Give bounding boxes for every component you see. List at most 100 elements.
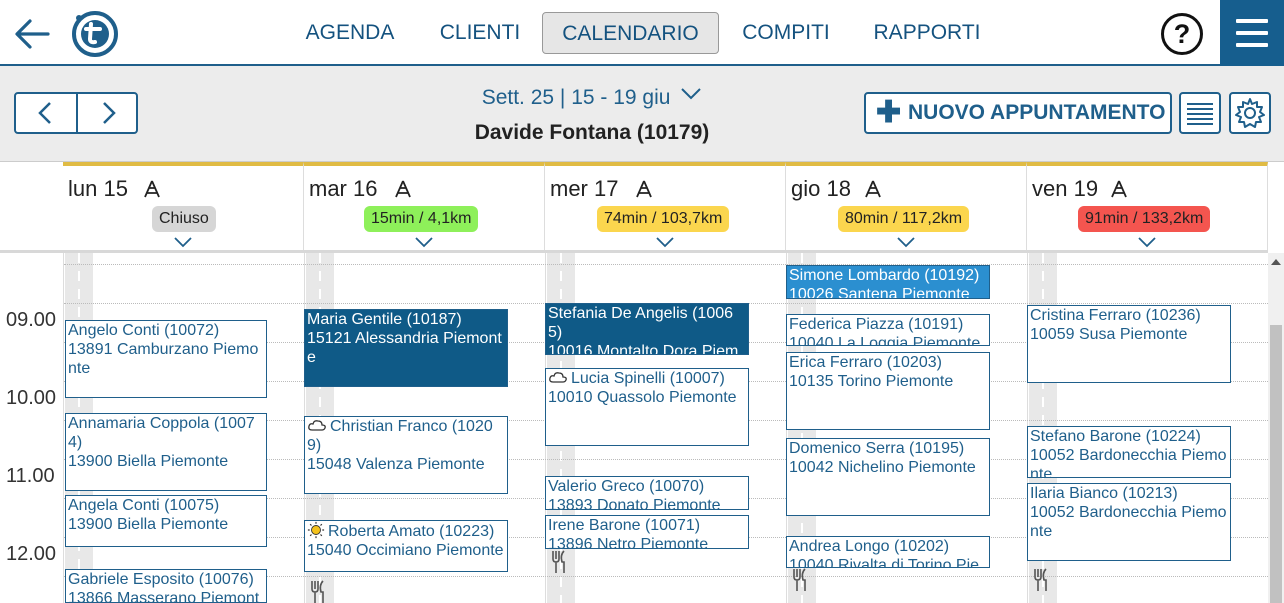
nav-rapporti[interactable]: RAPPORTI — [862, 12, 992, 54]
appointment-name: Andrea Longo (10202) — [789, 538, 950, 555]
appointment-address: 10059 Susa Piemonte — [1030, 326, 1188, 343]
logo-icon[interactable] — [68, 8, 122, 58]
appointment-address: 10016 Montalto Dora Piemonte — [548, 343, 739, 355]
fork-knife-icon — [552, 550, 565, 573]
walking-icon — [1111, 180, 1127, 198]
appointment-card[interactable]: Irene Barone (10071) 13896 Netro Piemont… — [545, 515, 749, 549]
chevron-down-icon[interactable] — [414, 236, 434, 248]
appointment-name: Christian Franco (10209) — [307, 418, 493, 454]
nav-clienti[interactable]: CLIENTI — [426, 12, 534, 54]
appointment-card[interactable]: Lucia Spinelli (10007) 10010 Quassolo Pi… — [545, 368, 749, 446]
day-header-wed[interactable]: mer 17 74min / 103,7km — [545, 162, 786, 251]
chevron-down-icon[interactable] — [655, 236, 675, 248]
appointment-name: Ilaria Bianco (10213) — [1030, 485, 1178, 502]
calendar-grid[interactable]: 09.00 10.00 11.00 12.00 Angelo Conti (10… — [0, 253, 1268, 603]
top-bar: AGENDA CLIENTI CALENDARIO COMPITI RAPPOR… — [0, 0, 1284, 66]
appointment-address: 15048 Valenza Piemonte — [307, 456, 485, 473]
appointment-card[interactable]: Maria Gentile (10187) 15121 Alessandria … — [304, 309, 508, 387]
appointment-card[interactable]: Federica Piazza (10191) 10040 La Loggia … — [786, 314, 990, 346]
day-header-tue[interactable]: mar 16 15min / 4,1km — [304, 162, 545, 251]
appointment-card[interactable]: Stefania De Angelis (10065) 10016 Montal… — [545, 303, 749, 355]
appointment-name: Lucia Spinelli (10007) — [548, 369, 746, 388]
cloud-icon — [549, 372, 567, 383]
settings-button[interactable] — [1229, 92, 1271, 134]
appointment-card[interactable]: Andrea Longo (10202) 10040 Rivalta di To… — [786, 536, 990, 568]
appointment-name: Erica Ferraro (10203) — [789, 354, 942, 371]
nav-compiti[interactable]: COMPITI — [732, 12, 840, 54]
day-label: gio 18 — [791, 176, 851, 201]
appointment-address: 10026 Santena Piemonte — [789, 286, 970, 299]
back-arrow-icon[interactable] — [12, 14, 52, 54]
appointment-card[interactable]: Cristina Ferraro (10236) 10059 Susa Piem… — [1027, 305, 1231, 383]
list-view-button[interactable] — [1179, 92, 1221, 134]
appointment-card[interactable]: Ilaria Bianco (10213) 10052 Bardonecchia… — [1027, 483, 1231, 561]
appointment-address: 10135 Torino Piemonte — [789, 373, 954, 390]
cloud-icon — [308, 420, 326, 431]
list-view-icon — [1187, 103, 1213, 125]
travel-badge: 74min / 103,7km — [597, 206, 730, 232]
prev-week-button[interactable] — [16, 94, 78, 132]
scroll-up-icon[interactable] — [1271, 259, 1281, 265]
appointment-address: 15121 Alessandria Piemonte — [307, 330, 502, 366]
scroll-thumb[interactable] — [1270, 325, 1282, 603]
walking-icon — [395, 180, 411, 198]
appointment-name: Irene Barone (10071) — [548, 517, 701, 534]
appointment-name: Maria Gentile (10187) — [307, 311, 462, 328]
appointment-address: 13900 Biella Piemonte — [68, 516, 229, 533]
appointment-address: 13900 Biella Piemonte — [68, 453, 229, 470]
day-header-mon[interactable]: lun 15 Chiuso — [63, 162, 304, 251]
chevron-down-icon — [681, 88, 702, 100]
nav-agenda[interactable]: AGENDA — [292, 12, 408, 54]
appointment-card[interactable]: Valerio Greco (10070) 13893 Donato Piemo… — [545, 476, 749, 510]
appointment-card[interactable]: Angelo Conti (10072) 13891 Camburzano Pi… — [65, 320, 267, 398]
appointment-card[interactable]: Stefano Barone (10224) 10052 Bardonecchi… — [1027, 426, 1231, 478]
appointment-name: Angelo Conti (10072) — [68, 322, 220, 339]
appointment-name: Simone Lombardo (10192) — [789, 267, 980, 284]
appointment-name: Gabriele Esposito (10076) — [68, 571, 254, 588]
appointment-card[interactable]: Erica Ferraro (10203) 10135 Torino Piemo… — [786, 352, 990, 430]
hamburger-menu-icon[interactable] — [1220, 0, 1284, 66]
week-label: Sett. 25 | 15 - 19 giu — [481, 86, 671, 109]
appointment-address: 10010 Quassolo Piemonte — [548, 389, 737, 406]
walking-icon — [636, 180, 652, 198]
appointment-address: 13893 Donato Piemonte — [548, 497, 721, 510]
appointment-name: Valerio Greco (10070) — [548, 478, 705, 495]
travel-badge: 80min / 117,2km — [838, 206, 970, 232]
appointment-card[interactable]: Domenico Serra (10195) 10042 Nichelino P… — [786, 438, 990, 516]
appointment-card[interactable]: Christian Franco (10209) 15048 Valenza P… — [304, 416, 508, 494]
chevron-down-icon[interactable] — [173, 236, 193, 248]
appointment-address: 15040 Occimiano Piemonte — [307, 542, 504, 559]
day-label: mar 16 — [309, 176, 378, 201]
chevron-left-icon — [38, 102, 51, 124]
travel-badge: Chiuso — [152, 206, 216, 232]
appointment-address: 10052 Bardonecchia Piemonte — [1030, 447, 1227, 478]
vertical-scrollbar[interactable] — [1268, 253, 1284, 603]
new-appointment-button[interactable]: ✚ NUOVO APPUNTAMENTO — [864, 92, 1172, 134]
chevron-down-icon[interactable] — [896, 236, 916, 248]
appointment-card[interactable]: Annamaria Coppola (10074) 13900 Biella P… — [65, 413, 267, 491]
appointment-card[interactable]: Roberta Amato (10223) 15040 Occimiano Pi… — [304, 520, 508, 572]
day-label: mer 17 — [550, 176, 619, 201]
chevron-down-icon[interactable] — [1137, 236, 1157, 248]
grid-line — [64, 264, 1268, 265]
resource-name: Davide Fontana (10179) — [474, 121, 710, 144]
appointment-name: Cristina Ferraro (10236) — [1030, 307, 1201, 324]
week-selector[interactable]: Sett. 25 | 15 - 19 giu — [372, 86, 812, 110]
help-icon[interactable]: ? — [1161, 13, 1203, 55]
walking-icon — [865, 180, 881, 198]
appointment-address: 13866 Masserano Piemonte — [68, 590, 260, 603]
nav-calendario[interactable]: CALENDARIO — [542, 12, 719, 54]
appointment-card[interactable]: Angela Conti (10075) 13900 Biella Piemon… — [65, 495, 267, 547]
chevron-right-icon — [103, 102, 116, 124]
appointment-name: Stefano Barone (10224) — [1030, 428, 1201, 445]
next-week-button[interactable] — [78, 94, 138, 132]
appointment-card[interactable]: Simone Lombardo (10192) 10026 Santena Pi… — [786, 265, 990, 299]
time-label: 10.00 — [6, 387, 57, 409]
walking-icon — [144, 180, 160, 198]
day-header-thu[interactable]: gio 18 80min / 117,2km — [786, 162, 1027, 251]
day-header-fri[interactable]: ven 19 91min / 133,2km — [1027, 162, 1268, 251]
appointment-name: Stefania De Angelis (10065) — [548, 305, 734, 341]
travel-badge: 15min / 4,1km — [364, 206, 479, 232]
time-label: 12.00 — [6, 543, 57, 565]
appointment-card[interactable]: Gabriele Esposito (10076) 13866 Masseran… — [65, 569, 267, 603]
